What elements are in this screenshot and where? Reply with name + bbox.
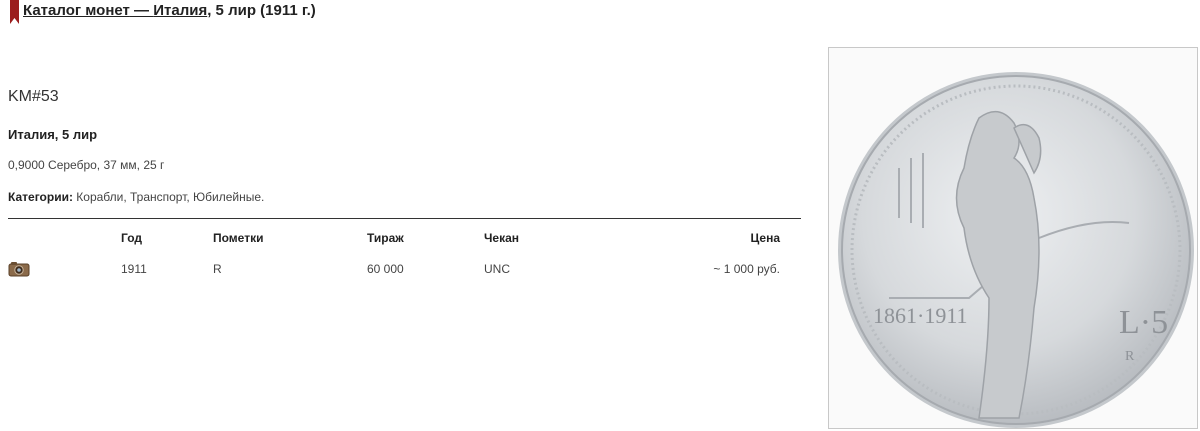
- mintage-cell: 60 000: [367, 262, 404, 276]
- issues-table: Год Пометки Тираж Чекан Цена 1911 R 60 0…: [8, 228, 780, 281]
- breadcrumb: Каталог монет — Италия, 5 лир (1911 г.): [23, 2, 316, 19]
- photo-cell: [8, 257, 121, 281]
- bookmark-ribbon-icon: [10, 0, 19, 24]
- categories-value: Корабли, Транспорт, Юбилейные.: [72, 190, 265, 204]
- coin-image[interactable]: 1861·1911 L·5 R: [828, 47, 1198, 429]
- km-number: KM#53: [8, 88, 59, 105]
- breadcrumb-catalog-link[interactable]: Каталог монет — Италия: [23, 2, 207, 19]
- breadcrumb-current: , 5 лир (1911 г.): [207, 2, 316, 19]
- coin-specs: 0,9000 Серебро, 37 мм, 25 г: [8, 158, 165, 172]
- coin-photo: 1861·1911 L·5 R: [838, 72, 1194, 428]
- header-marks: Пометки: [213, 231, 264, 245]
- categories-label: Категории:: [8, 190, 73, 204]
- header-year: Год: [121, 231, 142, 245]
- header-price: Цена: [750, 231, 780, 245]
- camera-icon[interactable]: [8, 261, 30, 277]
- coin-title: Италия, 5 лир: [8, 127, 98, 142]
- table-header-row: Год Пометки Тираж Чекан Цена: [8, 228, 780, 257]
- coin-date-legend: 1861·1911: [873, 303, 968, 328]
- coin-categories: Категории: Корабли, Транспорт, Юбилейные…: [8, 190, 264, 204]
- coin-denomination: L·5: [1119, 304, 1168, 341]
- header-grade: Чекан: [484, 231, 520, 245]
- marks-cell: R: [213, 262, 222, 276]
- grade-cell: UNC: [484, 262, 510, 276]
- header-photo: [8, 228, 121, 257]
- divider: [8, 218, 801, 219]
- year-cell: 1911: [121, 262, 147, 276]
- table-row: 1911 R 60 000 UNC ~ 1 000 руб.: [8, 257, 780, 281]
- coin-mint-mark: R: [1125, 349, 1135, 364]
- header-mintage: Тираж: [367, 231, 404, 245]
- price-cell: ~ 1 000 руб.: [713, 262, 780, 276]
